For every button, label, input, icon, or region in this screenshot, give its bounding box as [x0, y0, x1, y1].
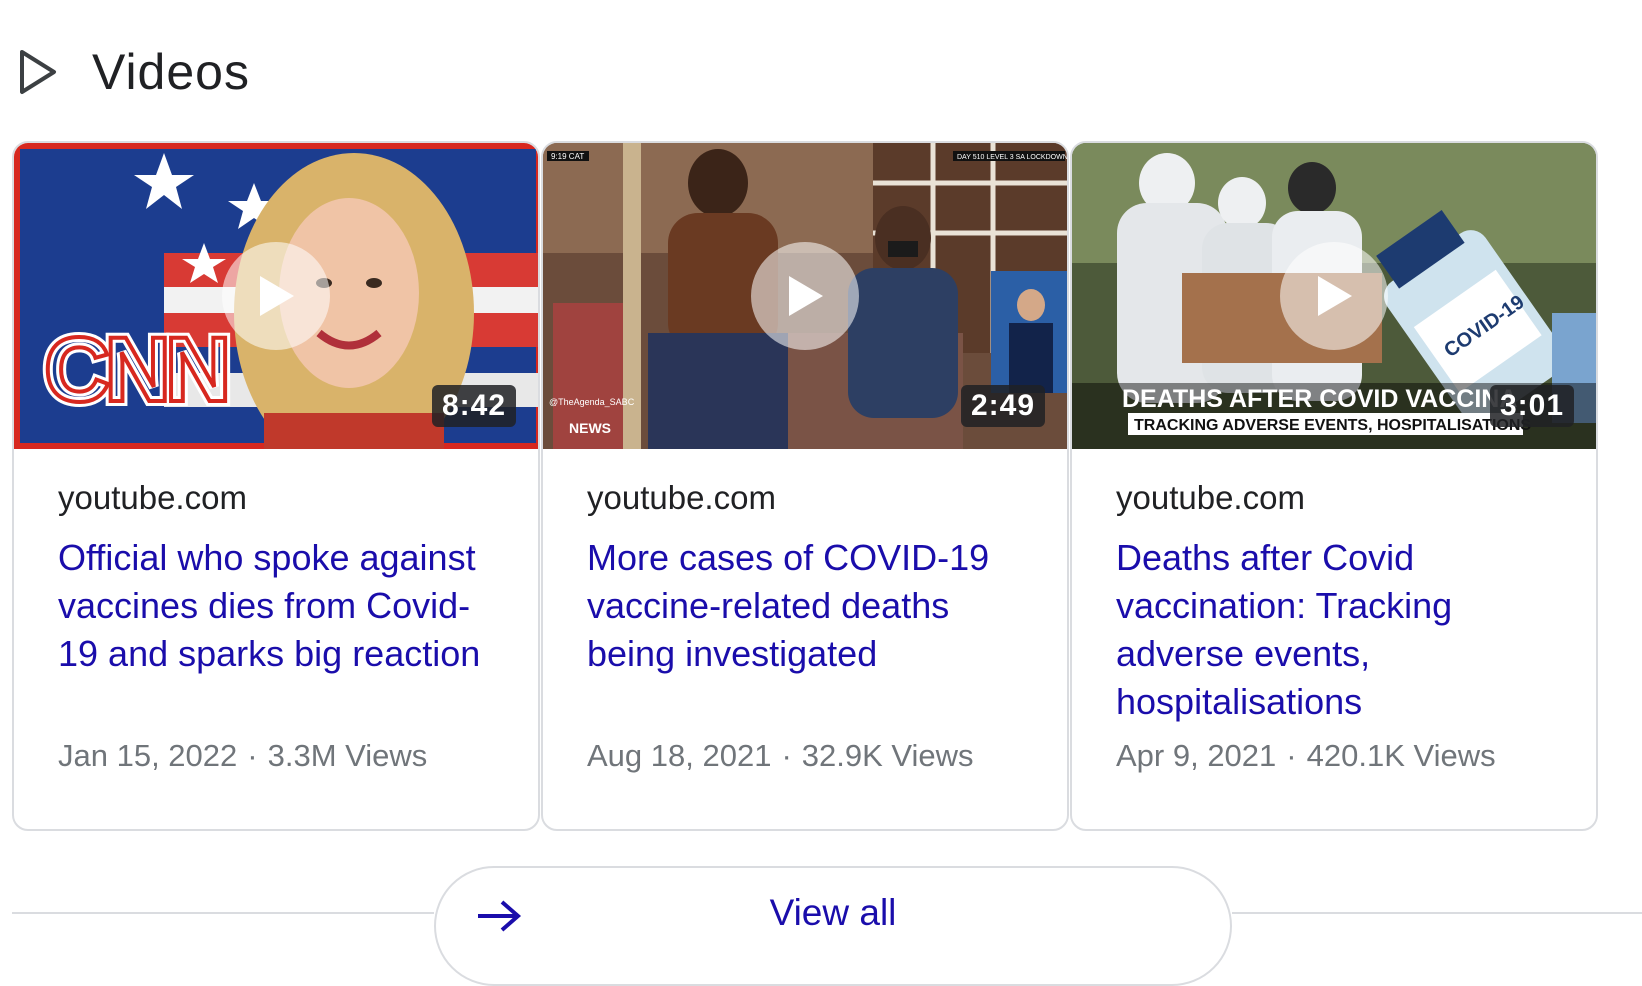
play-icon	[1318, 276, 1352, 316]
divider-right	[1232, 912, 1642, 914]
svg-text:DEATHS AFTER COVID VACCINA: DEATHS AFTER COVID VACCINA	[1122, 385, 1517, 413]
play-outline-icon	[18, 48, 58, 96]
view-all-label: View all	[769, 892, 897, 933]
video-date: Jan 15, 2022	[58, 738, 238, 773]
svg-text:DAY 510 LEVEL 3 SA LOCKDOWN: DAY 510 LEVEL 3 SA LOCKDOWN	[957, 154, 1067, 161]
video-title-link[interactable]: Official who spoke against vaccines dies…	[58, 534, 508, 678]
video-card[interactable]: CNN CNN 8:42 youtube.com Official who sp…	[12, 141, 540, 831]
play-button[interactable]	[751, 242, 859, 350]
video-thumbnail[interactable]: 9:19 CAT DAY 510 LEVEL 3 SA LOCKDOWN @Th…	[543, 143, 1067, 449]
video-date: Aug 18, 2021	[587, 738, 772, 773]
video-source: youtube.com	[1116, 479, 1305, 516]
svg-text:NEWS: NEWS	[569, 420, 611, 436]
divider-left	[12, 912, 434, 914]
video-source: youtube.com	[58, 479, 247, 516]
play-button[interactable]	[222, 242, 330, 350]
video-views: 3.3M Views	[267, 738, 428, 773]
svg-text:CNN: CNN	[44, 319, 226, 421]
video-card[interactable]: COVID-19 DEATHS AFTER COVID VACCINA TRAC…	[1070, 141, 1598, 831]
video-views: 32.9K Views	[801, 738, 974, 773]
video-title-link[interactable]: More cases of COVID-19 vaccine-related d…	[587, 534, 1037, 678]
svg-text:TRACKING ADVERSE EVENTS, HOSPI: TRACKING ADVERSE EVENTS, HOSPITALISATION…	[1134, 417, 1531, 434]
play-icon	[260, 276, 294, 316]
video-thumbnail[interactable]: COVID-19 DEATHS AFTER COVID VACCINA TRAC…	[1072, 143, 1596, 449]
video-stats: Jan 15, 2022 · 3.3M Views	[58, 738, 428, 773]
video-views: 420.1K Views	[1306, 738, 1496, 773]
video-stats: Aug 18, 2021 · 32.9K Views	[587, 738, 974, 773]
section-title: Videos	[92, 44, 250, 100]
view-all-button[interactable]: View all	[434, 866, 1232, 986]
video-duration: 3:01	[1489, 385, 1574, 427]
play-button[interactable]	[1280, 242, 1388, 350]
video-duration: 8:42	[431, 385, 516, 427]
video-stats: Apr 9, 2021 · 420.1K Views	[1116, 738, 1496, 773]
video-card[interactable]: 9:19 CAT DAY 510 LEVEL 3 SA LOCKDOWN @Th…	[541, 141, 1069, 831]
video-thumbnail[interactable]: CNN CNN 8:42	[14, 143, 538, 449]
svg-text:9:19 CAT: 9:19 CAT	[551, 152, 584, 161]
video-date: Apr 9, 2021	[1116, 738, 1277, 773]
video-duration: 2:49	[960, 385, 1045, 427]
videos-header: Videos	[18, 40, 250, 104]
video-title-link[interactable]: Deaths after Covid vaccination: Tracking…	[1116, 534, 1566, 726]
svg-text:@TheAgenda_SABC: @TheAgenda_SABC	[549, 397, 635, 407]
play-icon	[789, 276, 823, 316]
video-source: youtube.com	[587, 479, 776, 516]
